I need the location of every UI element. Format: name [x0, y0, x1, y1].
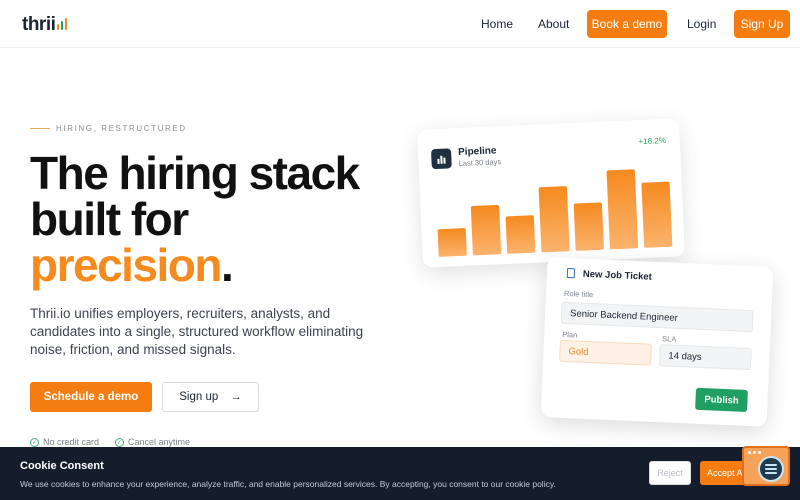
chat-widget-button[interactable]: [742, 446, 790, 486]
job-ticket-card: New Job Ticket Role title Senior Backend…: [540, 257, 774, 427]
sla-label: SLA: [661, 334, 677, 344]
pipeline-title: Pipeline: [457, 145, 497, 159]
cookie-text: We use cookies to enhance your experienc…: [20, 479, 556, 489]
arrow-right-icon: →: [230, 391, 242, 403]
hero-signup-button[interactable]: Sign up →: [162, 382, 259, 412]
sla-input[interactable]: 14 days: [658, 344, 752, 371]
logo-bars-icon: [57, 18, 68, 30]
hero-subtext: Thrii.io unifies employers, recruiters, …: [30, 306, 364, 357]
eyebrow-text: HIRING, RESTRUCTURED: [56, 124, 187, 133]
brand-logo[interactable]: thrii: [22, 14, 68, 36]
pipeline-bar-chart: [437, 169, 673, 257]
hero-headline: The hiring stack built for precision.: [30, 147, 360, 288]
check-circle-icon: ✓: [115, 437, 125, 447]
ticket-title: New Job Ticket: [582, 268, 653, 283]
pipeline-bar: [505, 215, 536, 254]
bar-chart-icon: [430, 148, 452, 170]
chat-icon: [758, 456, 784, 482]
pipeline-bar: [606, 169, 639, 250]
pipeline-subtitle: Last 30 days: [458, 157, 502, 168]
cookie-title: Cookie Consent: [20, 460, 104, 472]
login-link[interactable]: Login: [687, 17, 716, 31]
headline-accent: precision: [30, 239, 223, 291]
eyebrow-divider: [30, 128, 50, 129]
perk-item: ✓ No credit card: [30, 437, 99, 447]
nav-home-link[interactable]: Home: [481, 17, 513, 31]
hero-signup-label: Sign up: [179, 391, 219, 403]
headline-line-1: The hiring stack: [30, 147, 360, 199]
headline-line-3: precision.: [30, 242, 359, 288]
role-title-input[interactable]: Senior Backend Engineer: [560, 301, 754, 333]
perk-item: ✓ Cancel anytime: [115, 437, 190, 447]
site-header: thrii Home About Book a demo Login Sign …: [0, 0, 800, 48]
window-dots-icon: [748, 451, 761, 454]
pipeline-growth-badge: +18.2%: [638, 135, 667, 147]
plan-label: Plan: [562, 329, 578, 340]
pipeline-bar: [641, 181, 673, 248]
hero-perks: ✓ No credit card ✓ Cancel anytime: [30, 437, 190, 447]
pipeline-bar: [573, 202, 604, 251]
check-circle-icon: ✓: [30, 437, 39, 447]
brand-name: thrii: [22, 14, 56, 35]
signup-button[interactable]: Sign Up: [734, 10, 790, 38]
headline-line-2: built for: [30, 193, 189, 245]
book-demo-button[interactable]: Book a demo: [587, 10, 667, 38]
document-icon: [566, 268, 576, 279]
cookie-consent-banner: Cookie Consent We use cookies to enhance…: [0, 447, 800, 500]
pipeline-card: Pipeline Last 30 days +18.2%: [417, 118, 685, 268]
perk-label: Cancel anytime: [128, 437, 191, 447]
publish-button[interactable]: Publish: [695, 387, 748, 412]
pipeline-bar: [437, 228, 467, 257]
headline-period: .: [221, 239, 234, 291]
schedule-demo-button[interactable]: Schedule a demo: [30, 382, 152, 412]
perk-label: No credit card: [43, 437, 100, 447]
pipeline-bar: [470, 204, 502, 256]
role-title-label: Role title: [563, 288, 594, 300]
pipeline-bar: [538, 186, 570, 253]
plan-select[interactable]: Gold: [559, 339, 652, 366]
hero-eyebrow: HIRING, RESTRUCTURED: [30, 124, 187, 133]
cookie-reject-button[interactable]: Reject: [649, 461, 691, 485]
nav-about-link[interactable]: About: [538, 17, 569, 31]
